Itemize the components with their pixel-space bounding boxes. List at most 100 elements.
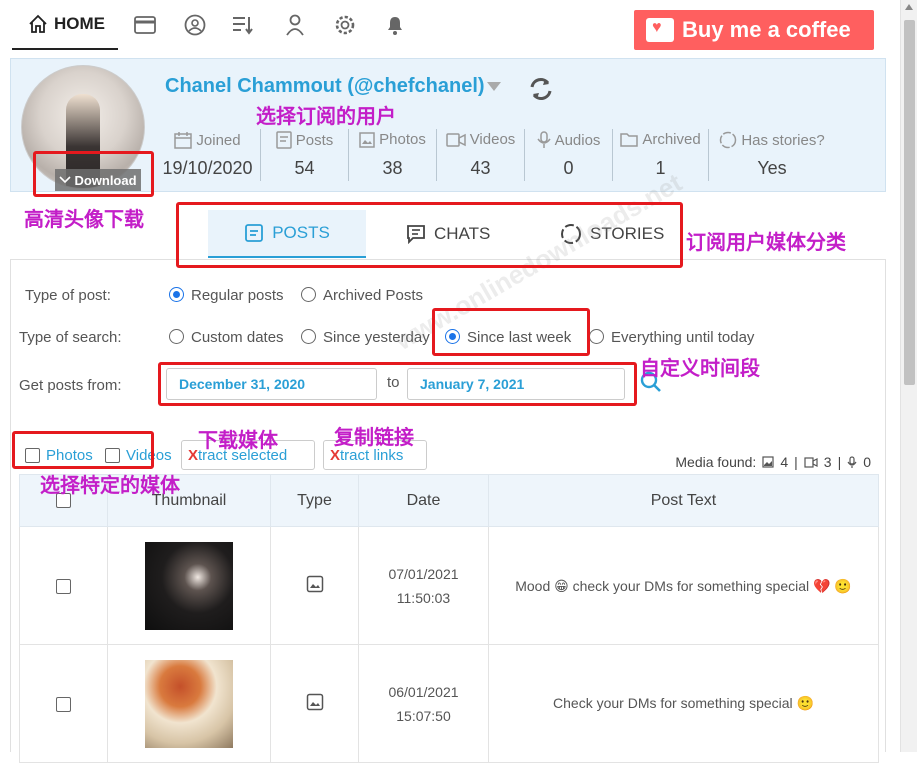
post-date: 06/01/2021 — [388, 683, 459, 700]
stat-audios: Audios 0 — [525, 129, 613, 181]
stat-videos: Videos 43 — [437, 129, 525, 181]
table-row: 07/01/2021 11:50:03 Mood 😁 check your DMs… — [19, 526, 879, 645]
thumbnail-image[interactable] — [145, 659, 233, 748]
radio-button[interactable] — [301, 329, 316, 344]
radio-everything-until-today[interactable]: Everything until today — [589, 329, 754, 346]
table-row: 06/01/2021 15:07:50 Check your DMs for so… — [19, 644, 879, 763]
media-found-summary: Media found: 4 | 3 | 0 — [675, 454, 871, 470]
annotation-box-since-last-week — [432, 308, 590, 356]
stat-label: Videos — [469, 131, 516, 148]
mic-icon — [536, 131, 551, 148]
calendar-icon — [174, 132, 193, 149]
annotation-select-user: 选择订阅的用户 — [256, 106, 396, 128]
post-time: 11:50:03 — [396, 589, 451, 606]
annotation-box-tabs — [176, 202, 683, 268]
stat-value: 54 — [294, 158, 315, 178]
scroll-up-arrow-icon[interactable] — [905, 4, 913, 10]
annotation-box-download — [33, 151, 154, 197]
thumbnail-image[interactable] — [145, 541, 233, 630]
profile-stats: Joined 19/10/2020 Posts 54 Photos 38 Vid… — [155, 129, 835, 185]
scrollbar[interactable] — [900, 0, 917, 752]
stat-value: 19/10/2020 — [162, 158, 253, 178]
col-post-text: Post Text — [488, 474, 879, 527]
radio-label: Everything until today — [611, 329, 755, 346]
x-mark: X — [188, 446, 199, 464]
notification-bell-icon[interactable] — [382, 12, 408, 38]
photo-icon — [762, 456, 774, 468]
post-date: 07/01/2021 — [388, 565, 459, 582]
media-video-count: 3 — [823, 454, 832, 470]
post-icon — [275, 131, 292, 149]
annotation-copy-link: 复制链接 — [334, 427, 414, 449]
row-checkbox[interactable] — [56, 578, 71, 594]
media-table: Thumbnail Type Date Post Text 07/01/2021… — [19, 474, 879, 763]
get-posts-from-label: Get posts from: — [19, 377, 122, 394]
annotation-box-dates — [158, 362, 637, 406]
subscribed-user-select[interactable]: Chanel Chammout (@chefchanel) — [165, 75, 501, 98]
top-nav: HOME Buy me a coffee — [0, 0, 900, 52]
image-type-icon — [306, 575, 323, 593]
type-cell — [270, 526, 359, 645]
refresh-icon[interactable] — [527, 75, 555, 103]
stat-label: Joined — [196, 131, 241, 149]
row-select-cell — [19, 644, 108, 763]
annotation-hd-avatar: 高清头像下载 — [24, 209, 144, 231]
stat-label: Photos — [379, 131, 426, 148]
stat-value: 38 — [382, 158, 403, 178]
post-text-cell: Check your DMs for something special 🙂 — [488, 644, 879, 763]
post-time: 15:07:50 — [396, 707, 451, 724]
settings-gear-icon[interactable] — [332, 12, 358, 38]
media-found-label: Media found: — [675, 454, 757, 470]
buy-me-a-coffee-button[interactable]: Buy me a coffee — [634, 10, 874, 50]
sort-list-icon[interactable] — [230, 12, 256, 38]
credit-card-icon[interactable] — [132, 12, 158, 38]
search-type-label: Type of search: — [19, 329, 122, 346]
row-select-cell — [19, 526, 108, 645]
account-circle-icon[interactable] — [182, 12, 208, 38]
stat-label: Archived — [642, 131, 701, 148]
radio-button[interactable] — [589, 329, 604, 344]
mic-icon — [847, 455, 857, 468]
radio-button[interactable] — [301, 287, 316, 302]
coffee-label: Buy me a coffee — [682, 17, 851, 42]
nav-home[interactable]: HOME — [12, 0, 118, 50]
annotation-box-media-type — [12, 431, 154, 469]
type-cell — [270, 644, 359, 763]
video-icon — [445, 132, 466, 147]
user-icon[interactable] — [282, 12, 308, 38]
story-icon — [720, 131, 737, 149]
photo-icon — [359, 131, 375, 148]
radio-custom-dates[interactable]: Custom dates — [169, 329, 284, 346]
video-icon — [804, 456, 818, 468]
stat-value: 0 — [563, 158, 574, 178]
annotation-custom-period: 自定义时间段 — [640, 358, 760, 380]
radio-regular-posts[interactable]: Regular posts — [169, 287, 284, 304]
stat-value: 43 — [470, 158, 491, 178]
stat-label: Audios — [554, 131, 601, 149]
col-type: Type — [270, 474, 359, 527]
stat-posts: Posts 54 — [261, 129, 349, 181]
stat-label: Posts — [295, 131, 334, 149]
radio-label: Regular posts — [191, 287, 284, 304]
thumbnail-cell — [107, 526, 271, 645]
row-checkbox[interactable] — [56, 696, 71, 712]
radio-archived-posts[interactable]: Archived Posts — [301, 287, 423, 304]
radio-button[interactable] — [169, 329, 184, 344]
stat-has-stories: Has stories? Yes — [709, 129, 835, 181]
image-type-icon — [306, 693, 323, 711]
stat-value: Yes — [757, 158, 787, 178]
thumbnail-cell — [107, 644, 271, 763]
date-cell: 06/01/2021 15:07:50 — [358, 644, 489, 763]
home-icon — [29, 14, 47, 33]
radio-label: Custom dates — [191, 329, 284, 346]
media-audio-count: 0 — [863, 454, 871, 470]
radio-button[interactable] — [169, 287, 184, 302]
stat-label: Has stories? — [741, 131, 825, 149]
caret-down-icon — [486, 82, 501, 92]
stat-joined: Joined 19/10/2020 — [155, 129, 261, 181]
separator: | — [837, 454, 842, 470]
scroll-thumb[interactable] — [904, 20, 915, 385]
coffee-cup-icon — [646, 18, 674, 42]
stat-photos: Photos 38 — [349, 129, 437, 181]
date-cell: 07/01/2021 11:50:03 — [358, 526, 489, 645]
